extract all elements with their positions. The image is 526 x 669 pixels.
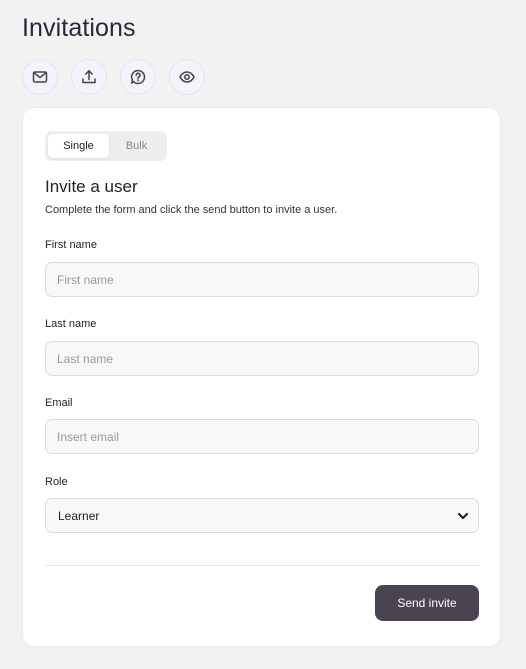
tab-single[interactable]: Single [48,134,109,158]
help-icon [130,69,146,85]
form-title: Invite a user [45,177,138,196]
tab-bulk[interactable]: Bulk [109,134,164,158]
role-select-value: Learner [58,508,100,523]
chevron-down-icon [457,512,469,519]
preview-button[interactable] [169,59,205,95]
role-select[interactable]: Learner [45,498,479,533]
mode-tabs: Single Bulk [45,131,167,161]
role-label: Role [45,476,68,488]
page-title: Invitations [22,14,136,42]
form-description: Complete the form and click the send but… [45,204,338,216]
send-invite-button[interactable]: Send invite [375,585,479,621]
toolbar [22,59,205,95]
divider [45,565,479,566]
mail-button[interactable] [22,59,58,95]
email-input[interactable] [45,419,479,454]
upload-icon [82,70,96,84]
last-name-label: Last name [45,318,97,330]
last-name-input[interactable] [45,341,479,376]
help-button[interactable] [120,59,156,95]
eye-icon [179,71,195,83]
first-name-input[interactable] [45,262,479,297]
email-label: Email [45,397,73,409]
first-name-label: First name [45,239,97,251]
mail-icon [32,71,48,83]
invite-card: Single Bulk Invite a user Complete the f… [22,107,501,647]
upload-button[interactable] [71,59,107,95]
